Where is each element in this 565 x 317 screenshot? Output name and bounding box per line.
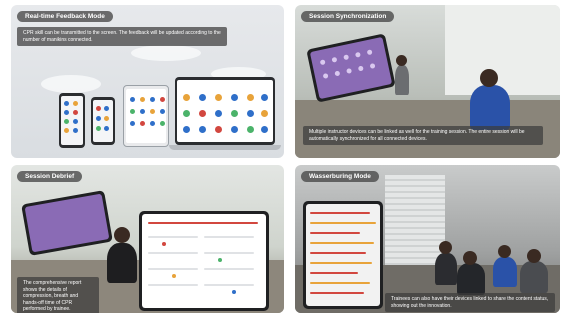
phone-device [91,97,115,145]
panel-title: Wasserburing Mode [301,171,379,182]
tablet-screen [306,204,380,306]
laptop-device [175,77,275,145]
report-tablet [139,211,269,311]
trainee-figure [520,261,548,293]
instructor-figure [395,65,409,95]
phone-screen [61,96,83,145]
panel-caption: Multiple instructor devices can be linke… [303,126,543,146]
trainee-figure [435,253,457,285]
trainee-head [463,251,477,265]
panel-session-sync: Session Synchronization Multiple instruc… [295,5,560,158]
cloud-decoration [131,45,201,61]
trainee-head [527,249,541,263]
panel-wasserburing-mode: Wasserburing Mode Trainees can also have… [295,165,560,313]
tablet-device [123,85,169,147]
panel-caption: CPR skill can be transmitted to the scre… [17,27,227,47]
trainee-head [439,241,452,254]
cloud-decoration [41,75,101,93]
trainee-head [480,69,498,87]
tablet-device [21,190,113,256]
feature-grid: Real-time Feedback Mode CPR skill can be… [0,0,565,317]
trainee-figure [457,263,485,295]
laptop-screen [177,80,273,142]
laptop-base [169,145,281,150]
trainee-figure [470,85,510,130]
panel-caption: Trainees can also have their devices lin… [385,293,555,313]
trainee-figure [107,243,137,283]
phone-device [59,93,85,148]
phone-screen [93,100,113,142]
instructor-head [396,55,407,66]
panel-session-debrief: Session Debrief The comprehensive report… [11,165,284,313]
panel-title: Session Debrief [17,171,83,182]
tablet-screen [309,36,393,100]
tablet-device [306,33,396,103]
tablet-screen [24,193,110,253]
report-screen [142,214,266,308]
trainee-head [114,227,130,243]
panel-caption: The comprehensive report shows the detai… [17,277,99,313]
panel-realtime-feedback: Real-time Feedback Mode CPR skill can be… [11,5,284,158]
panel-title: Real-time Feedback Mode [17,11,113,22]
tablet-device [303,201,383,309]
whiteboard [445,5,560,95]
tablet-screen [126,89,166,143]
panel-title: Session Synchronization [301,11,395,22]
trainee-figure [493,257,517,287]
trainee-head [498,245,511,258]
